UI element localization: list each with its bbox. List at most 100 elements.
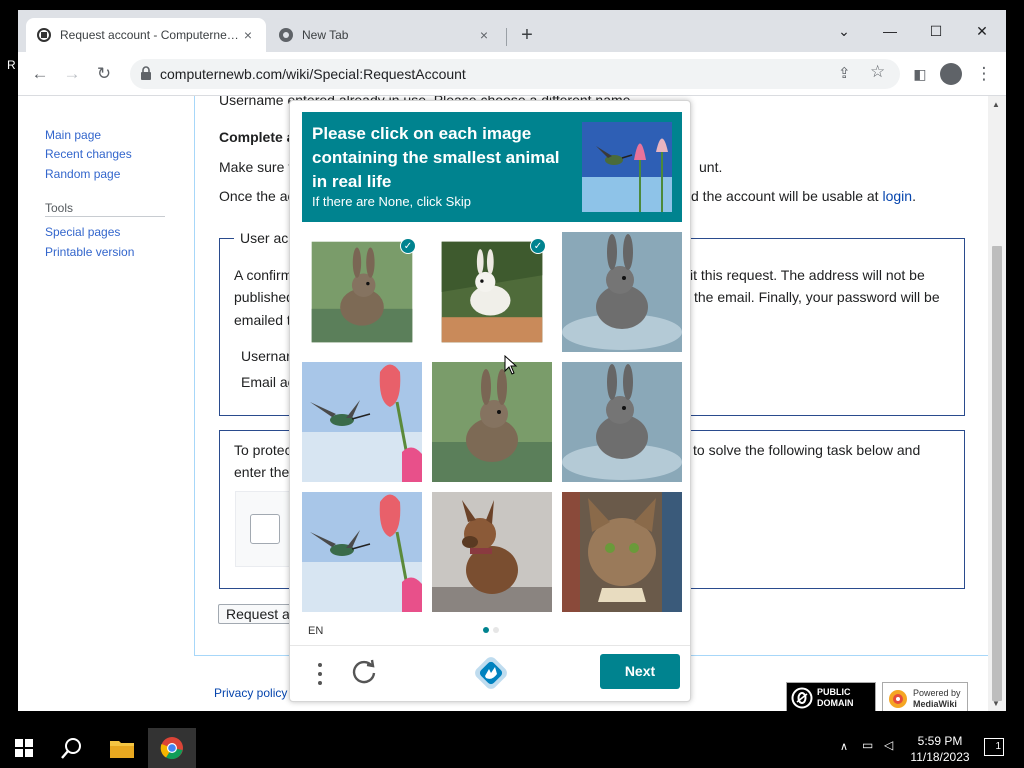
chrome-icon (160, 737, 183, 760)
public-domain-label: PUBLIC DOMAIN (817, 687, 854, 708)
profile-avatar-icon[interactable] (940, 63, 962, 85)
sidebar-link-main-page[interactable]: Main page (45, 128, 101, 142)
username-label: Usernar (241, 348, 291, 364)
instruction-text-right: unt. (699, 159, 723, 175)
privacy-policy-link[interactable]: Privacy policy (214, 686, 287, 700)
captcha-image-white-rabbit[interactable]: ✓ (432, 232, 552, 352)
login-link[interactable]: login (882, 188, 912, 204)
clock-time: 5:59 PM (917, 734, 963, 748)
wiki-sidebar: Main page Recent changes Random page Too… (18, 96, 194, 711)
captcha-image-cat[interactable] (562, 492, 682, 612)
search-icon (61, 738, 81, 759)
tab-new-tab[interactable]: New Tab × (268, 18, 502, 52)
taskbar-clock[interactable]: 5:59 PM 11/18/2023 (908, 733, 972, 765)
volume-muted-icon[interactable]: ◁ (884, 738, 893, 752)
period: . (912, 188, 916, 204)
captcha-prompt: Please click on each image containing th… (312, 124, 560, 191)
scroll-thumb[interactable] (992, 246, 1002, 701)
rabbit-image-icon (311, 241, 413, 343)
sidebar-link-printable-version[interactable]: Printable version (45, 245, 134, 259)
notification-center-icon[interactable]: 1 (984, 738, 1004, 756)
request-account-button[interactable]: Request ac (218, 604, 298, 624)
search-button[interactable] (48, 728, 96, 768)
public-domain-badge[interactable]: PUBLIC DOMAIN (786, 682, 876, 711)
page-scrollbar[interactable]: ▲ ▼ (988, 96, 1006, 711)
protect-text: To protec (234, 442, 292, 458)
captcha-image-rabbit[interactable] (562, 362, 682, 482)
rabbit-image-icon (432, 362, 552, 482)
sidebar-link-recent-changes[interactable]: Recent changes (45, 147, 132, 161)
email-label: Email ac (241, 374, 295, 390)
rabbit-image-icon (562, 362, 682, 482)
dog-image-icon (432, 492, 552, 612)
new-tab-button[interactable]: + (515, 24, 539, 48)
instruction-text: Make sure t (219, 159, 293, 175)
page-indicator-active (483, 627, 489, 633)
sidebar-divider (45, 216, 165, 217)
maximize-button[interactable]: ☐ (916, 16, 956, 46)
captcha-image-rabbit[interactable] (432, 362, 552, 482)
lock-icon (141, 66, 151, 80)
captcha-subtext: If there are None, click Skip (312, 194, 471, 209)
confirm-text: A confirm (234, 267, 293, 283)
captcha-image-rabbit[interactable] (562, 232, 682, 352)
notification-count: 1 (995, 741, 1001, 752)
file-explorer-button[interactable] (98, 728, 146, 768)
share-icon[interactable]: ⇪ (838, 64, 851, 82)
windows-taskbar: ∧ ▭ ◁ 5:59 PM 11/18/2023 1 (0, 728, 1024, 768)
protect-text: enter the (234, 464, 290, 480)
protect-text-right: to solve the following task below and (693, 442, 921, 458)
back-button[interactable]: ← (28, 62, 52, 86)
captcha-image-hummingbird[interactable] (302, 362, 422, 482)
close-window-button[interactable]: ✕ (962, 16, 1002, 46)
tab-close-icon[interactable]: × (476, 27, 492, 43)
powered-by-mediawiki-badge[interactable]: Powered by MediaWiki (882, 682, 968, 711)
reload-button[interactable]: ↻ (92, 62, 116, 86)
language-selector[interactable]: EN (308, 625, 323, 637)
instruction-text: Once the ac (219, 188, 295, 204)
section-heading: Complete a (219, 129, 295, 145)
tab-close-icon[interactable]: × (240, 27, 256, 43)
side-panel-icon[interactable]: ◧ (908, 62, 932, 86)
next-button[interactable]: Next (600, 654, 680, 689)
address-bar[interactable]: computernewb.com/wiki/Special:RequestAcc… (130, 59, 900, 89)
sidebar-link-random-page[interactable]: Random page (45, 167, 120, 181)
captcha-menu-icon[interactable] (316, 661, 324, 687)
forward-button[interactable]: → (60, 62, 84, 86)
clock-date: 11/18/2023 (910, 750, 970, 764)
tab-request-account[interactable]: Request account - Computernewb × (26, 18, 266, 52)
chrome-taskbar-button[interactable] (148, 728, 196, 768)
hummingbird-image-icon (302, 492, 422, 612)
scroll-up-arrow-icon[interactable]: ▲ (992, 100, 1000, 109)
network-icon[interactable]: ▭ (862, 738, 873, 752)
captcha-challenge: Please click on each image containing th… (289, 100, 691, 702)
page-indicator (493, 627, 499, 633)
chrome-menu-icon[interactable]: ⋮ (972, 62, 996, 86)
tab-title: New Tab (302, 28, 349, 42)
minimize-button[interactable]: — (870, 16, 910, 46)
start-button[interactable] (0, 728, 48, 768)
rabbit-image-icon (562, 232, 682, 352)
refresh-icon[interactable] (350, 657, 378, 685)
captcha-image-dog[interactable] (432, 492, 552, 612)
bookmark-star-icon[interactable]: ☆ (870, 62, 885, 82)
tab-search-icon[interactable]: ⌄ (824, 16, 864, 46)
hcaptcha-checkbox[interactable] (250, 514, 280, 544)
cat-image-icon (562, 492, 682, 612)
selected-check-icon: ✓ (530, 238, 546, 254)
scroll-down-arrow-icon[interactable]: ▼ (992, 699, 1000, 708)
hcaptcha-logo-icon[interactable] (474, 656, 508, 690)
mediawiki-label: MediaWiki (913, 699, 957, 709)
tab-divider (506, 28, 507, 46)
hummingbird-flower-example-icon (582, 122, 672, 212)
instruction-text-right: d the account will be usable at login. (691, 188, 916, 204)
tab-title: Request account - Computernewb (60, 28, 240, 42)
captcha-image-rabbit[interactable]: ✓ (302, 232, 422, 352)
tray-expand-icon[interactable]: ∧ (840, 740, 848, 753)
chrome-favicon-icon (279, 28, 293, 42)
confirm-text: published (234, 289, 294, 305)
captcha-divider (290, 645, 690, 646)
sidebar-link-special-pages[interactable]: Special pages (45, 225, 120, 239)
captcha-image-hummingbird[interactable] (302, 492, 422, 612)
url-text[interactable]: computernewb.com/wiki/Special:RequestAcc… (160, 66, 466, 82)
